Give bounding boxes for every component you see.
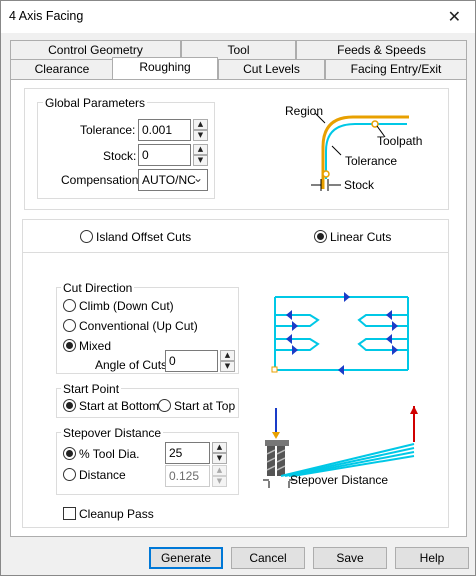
close-icon[interactable]: ✕: [448, 7, 461, 26]
tab-clearance[interactable]: Clearance: [10, 59, 114, 79]
tab-label: Control Geometry: [48, 43, 143, 57]
tab-label: Clearance: [34, 62, 90, 76]
window-title: 4 Axis Facing: [9, 9, 84, 23]
dialog-window: 4 Axis Facing ✕ Control Geometry Tool Fe…: [0, 0, 476, 576]
save-button[interactable]: Save: [313, 547, 387, 569]
tab-cut-levels[interactable]: Cut Levels: [218, 59, 325, 79]
generate-button[interactable]: Generate: [149, 547, 223, 569]
tab-feeds-speeds[interactable]: Feeds & Speeds: [296, 40, 467, 60]
help-button[interactable]: Help: [395, 547, 469, 569]
tab-label: Tool: [227, 43, 250, 57]
title-bar: 4 Axis Facing ✕: [1, 1, 475, 33]
tab-facing-entry-exit[interactable]: Facing Entry/Exit: [325, 59, 467, 79]
tab-roughing[interactable]: Roughing: [112, 57, 218, 79]
tab-label: Roughing: [139, 60, 191, 74]
tab-label: Facing Entry/Exit: [350, 62, 442, 76]
tab-label: Cut Levels: [243, 62, 300, 76]
cancel-button[interactable]: Cancel: [231, 547, 305, 569]
roughing-panel: [10, 79, 467, 537]
tab-label: Feeds & Speeds: [337, 43, 426, 57]
